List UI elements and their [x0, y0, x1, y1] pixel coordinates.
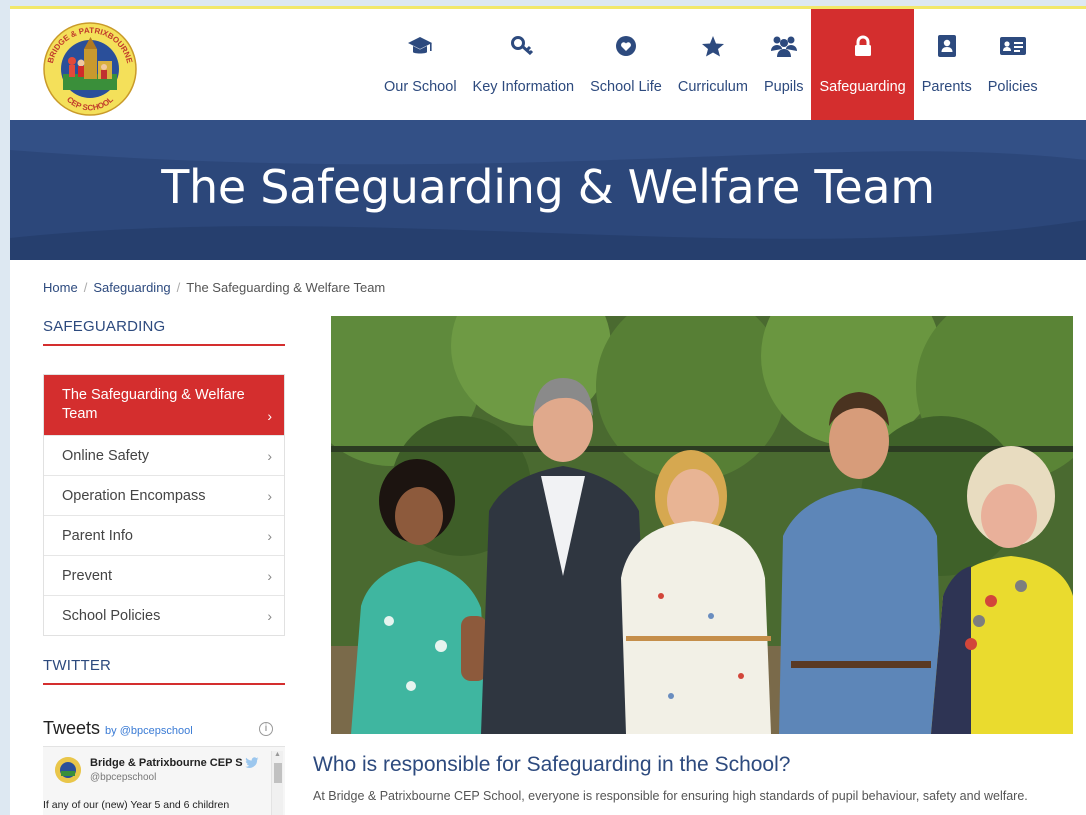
key-icon — [511, 31, 535, 61]
nav-pupils[interactable]: Pupils — [756, 9, 812, 120]
sidebar-menu: The Safeguarding & Welfare Team › Online… — [43, 374, 285, 636]
sidebar-heading-rule — [43, 683, 285, 685]
sidebar-item-prevent[interactable]: Prevent › — [44, 555, 284, 595]
nav-label: Curriculum — [677, 79, 748, 95]
sidebar-item-online-safety[interactable]: Online Safety › — [44, 435, 284, 475]
sidebar-item-safeguarding-welfare-team[interactable]: The Safeguarding & Welfare Team › — [44, 375, 284, 435]
section-paragraph: At Bridge & Patrixbourne CEP School, eve… — [313, 789, 1028, 803]
nav-label: Policies — [987, 79, 1038, 95]
chevron-right-icon: › — [267, 568, 272, 584]
page-title: The Safeguarding & Welfare Team — [161, 160, 935, 214]
sidebar-item-label: Online Safety — [62, 447, 150, 464]
chevron-right-icon: › — [267, 408, 272, 424]
twitter-bird-icon — [245, 757, 259, 772]
sidebar-item-label: School Policies — [62, 607, 161, 624]
nav-policies[interactable]: Policies — [980, 9, 1046, 120]
breadcrumb-separator: / — [176, 280, 181, 295]
info-icon[interactable]: i — [259, 722, 273, 736]
nav-label: School Life — [590, 79, 662, 95]
sidebar-item-parent-info[interactable]: Parent Info › — [44, 515, 284, 555]
star-icon — [701, 31, 725, 61]
chevron-right-icon: › — [267, 528, 272, 544]
scrollbar-thumb[interactable] — [274, 763, 282, 783]
avatar[interactable] — [55, 757, 81, 783]
breadcrumb-safeguarding-link[interactable]: Safeguarding — [93, 280, 170, 295]
tweet-card[interactable]: Bridge & Patrixbourne CEP S @bpcepschool… — [43, 746, 285, 815]
page-hero-banner: The Safeguarding & Welfare Team — [10, 120, 1086, 260]
tweet-text: If any of our (new) Year 5 and 6 childre… — [43, 799, 230, 811]
page: BRIDGE & PATRIXBOURNE CEP SCHOOL Our Sch… — [10, 6, 1086, 815]
nav-label: Key Information — [472, 79, 575, 95]
nav-safeguarding[interactable]: Safeguarding — [811, 9, 914, 120]
sidebar-item-operation-encompass[interactable]: Operation Encompass › — [44, 475, 284, 515]
scroll-up-arrow-icon[interactable]: ▲ — [274, 751, 281, 758]
chevron-right-icon: › — [267, 608, 272, 624]
sidebar-heading-rule — [43, 344, 285, 346]
nav-label: Our School — [384, 79, 457, 95]
site-header: BRIDGE & PATRIXBOURNE CEP SCHOOL Our Sch… — [10, 9, 1086, 120]
section-heading: Who is responsible for Safeguarding in t… — [313, 753, 791, 776]
sidebar-item-label: Prevent — [62, 567, 112, 584]
users-icon — [769, 31, 799, 61]
nav-key-information[interactable]: Key Information — [465, 9, 583, 120]
twitter-widget-scrollbar[interactable]: ▲ — [271, 751, 283, 815]
twitter-widget-title: Tweets — [43, 718, 101, 738]
nav-label: Parents — [921, 79, 972, 95]
twitter-widget-by-link[interactable]: by @bpcepschool — [105, 725, 193, 737]
main-nav: Our School Key Information School Life C… — [376, 9, 1046, 120]
chevron-right-icon: › — [267, 448, 272, 464]
tweet-author-name[interactable]: Bridge & Patrixbourne CEP S — [90, 757, 243, 769]
sidebar-item-label: Parent Info — [62, 527, 133, 544]
breadcrumb-separator: / — [83, 280, 88, 295]
breadcrumb: Home / Safeguarding / The Safeguarding & Wel… — [43, 280, 385, 295]
address-book-icon — [936, 31, 958, 61]
nav-our-school[interactable]: Our School — [376, 9, 465, 120]
sidebar-heading-twitter: TWITTER — [43, 657, 112, 674]
breadcrumb-current: The Safeguarding & Welfare Team — [186, 280, 386, 295]
graduation-cap-icon — [407, 31, 433, 61]
sidebar-item-label: Operation Encompass — [62, 487, 206, 504]
id-card-icon — [999, 31, 1027, 61]
team-photo — [331, 316, 1073, 734]
chevron-right-icon: › — [267, 488, 272, 504]
nav-curriculum[interactable]: Curriculum — [670, 9, 756, 120]
sidebar-heading-safeguarding: SAFEGUARDING — [43, 318, 166, 335]
nav-school-life[interactable]: School Life — [582, 9, 670, 120]
sidebar-item-school-policies[interactable]: School Policies › — [44, 595, 284, 635]
sidebar-item-label: The Safeguarding & Welfare Team — [62, 387, 245, 422]
breadcrumb-home-link[interactable]: Home — [43, 280, 78, 295]
nav-label: Safeguarding — [819, 79, 906, 95]
heart-icon — [615, 31, 637, 61]
nav-label: Pupils — [763, 79, 804, 95]
tweet-author-handle[interactable]: @bpcepschool — [90, 772, 156, 783]
twitter-timeline-widget[interactable]: Tweets by @bpcepschool i Bridge & Patrix… — [43, 718, 285, 815]
nav-parents[interactable]: Parents — [914, 9, 980, 120]
twitter-widget-header: Tweets by @bpcepschool — [43, 718, 285, 739]
school-logo[interactable]: BRIDGE & PATRIXBOURNE CEP SCHOOL — [38, 19, 142, 119]
lock-icon — [853, 31, 873, 61]
